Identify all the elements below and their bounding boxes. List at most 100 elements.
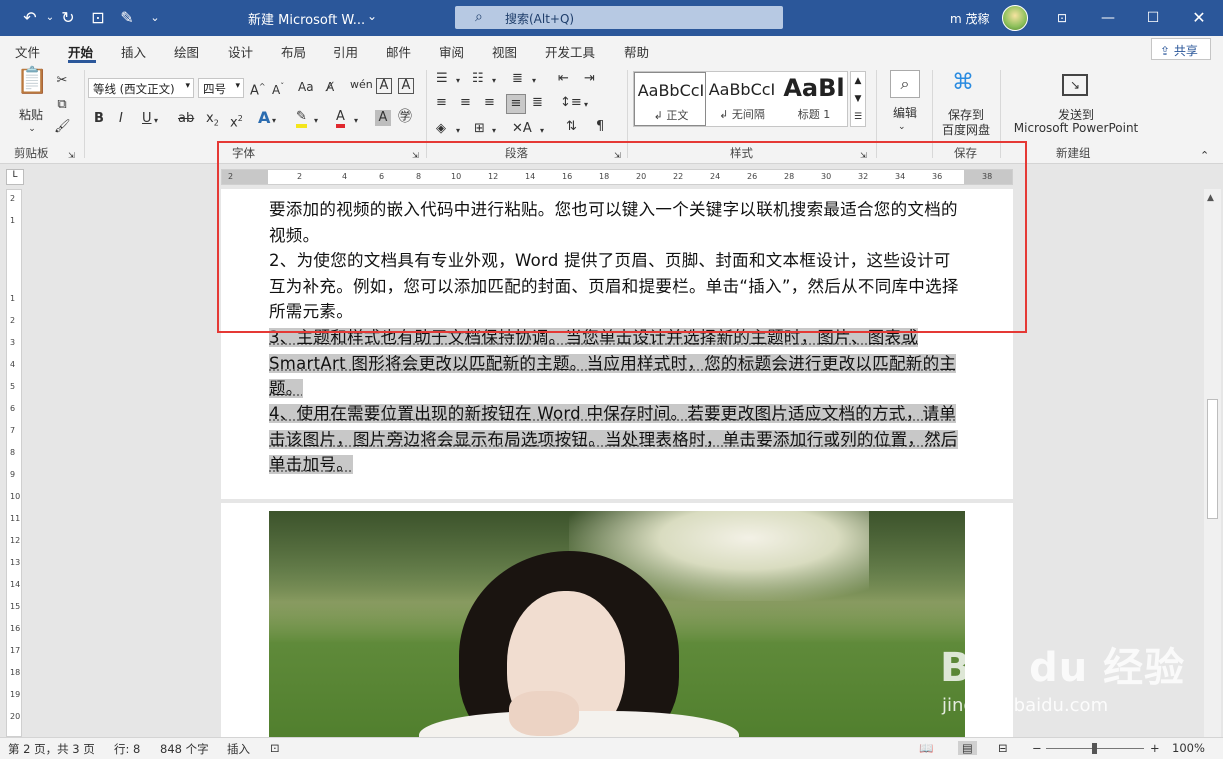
page-indicator[interactable]: 第 2 页，共 3 页	[8, 741, 95, 757]
align-left-icon[interactable]: ≡	[436, 94, 447, 112]
underline-dropdown-icon[interactable]: ▾	[154, 112, 158, 130]
tab-review[interactable]: 审阅	[439, 42, 464, 61]
word-count[interactable]: 848 个字	[160, 741, 209, 757]
close-icon[interactable]: ✕	[1189, 8, 1209, 28]
chinese-layout-dropdown-icon[interactable]: ▾	[540, 122, 544, 140]
tab-selector[interactable]: L	[6, 169, 24, 185]
chevron-up-icon[interactable]: ▲	[851, 72, 865, 90]
copy-icon[interactable]: ⧉	[54, 96, 70, 114]
tab-mailings[interactable]: 邮件	[386, 42, 411, 61]
tab-file[interactable]: 文件	[15, 42, 40, 61]
zoom-out-icon[interactable]: −	[1032, 741, 1042, 755]
highlight-dropdown-icon[interactable]: ▾	[314, 112, 318, 130]
line-indicator[interactable]: 行: 8	[114, 741, 140, 757]
borders-dropdown-icon[interactable]: ▾	[492, 122, 496, 140]
web-layout-icon[interactable]: ⊟	[998, 741, 1008, 755]
numbering-icon[interactable]: ☷	[472, 70, 484, 88]
chinese-layout-icon[interactable]: ✕A	[512, 120, 532, 138]
tab-draw[interactable]: 绘图	[174, 42, 199, 61]
zoom-in-icon[interactable]: +	[1150, 741, 1160, 755]
search-box[interactable]: ⌕ 搜索(Alt+Q)	[455, 6, 783, 29]
superscript-icon[interactable]: x2	[230, 110, 243, 132]
increase-indent-icon[interactable]: ⇥	[584, 70, 595, 88]
find-icon[interactable]: ⌕	[890, 70, 920, 98]
bullets-dropdown-icon[interactable]: ▾	[456, 72, 460, 90]
avatar[interactable]	[1002, 5, 1028, 31]
tab-layout[interactable]: 布局	[281, 42, 306, 61]
font-name-select[interactable]: 等线 (西文正文) ▾	[88, 78, 194, 98]
character-shading-icon[interactable]: A	[375, 110, 391, 126]
italic-icon[interactable]: I	[119, 110, 123, 128]
decrease-indent-icon[interactable]: ⇤	[558, 70, 569, 88]
align-center-icon[interactable]: ≡	[460, 94, 471, 112]
cut-icon[interactable]: ✂	[54, 72, 70, 90]
scroll-up-icon[interactable]: ▲	[1207, 193, 1214, 203]
distributed-icon[interactable]: ≣	[532, 94, 543, 112]
change-case-icon[interactable]: Aa	[298, 78, 314, 96]
line-spacing-dropdown-icon[interactable]: ▾	[584, 96, 588, 114]
bold-icon[interactable]: B	[94, 110, 104, 128]
paragraph-3-selected[interactable]: 3、主题和样式也有助于文档保持协调。当您单击设计并选择新的主题时，图片、图表或 …	[269, 325, 965, 402]
print-layout-icon[interactable]: ▤	[958, 741, 977, 755]
style-heading-1[interactable]: AaBl 标题 1	[778, 72, 850, 126]
paragraph-4-selected[interactable]: 4、使用在需要位置出现的新按钮在 Word 中保存时间。若要更改图片适应文档的方…	[269, 401, 965, 478]
strikethrough-icon[interactable]: ab	[178, 110, 194, 128]
ribbon-display-icon[interactable]: ⊡	[1052, 8, 1072, 28]
redo-icon[interactable]: ↻	[58, 8, 78, 28]
justify-icon[interactable]: ≡	[506, 94, 526, 114]
zoom-slider-thumb[interactable]	[1092, 743, 1097, 754]
tab-view[interactable]: 视图	[492, 42, 517, 61]
show-formatting-icon[interactable]: ¶	[596, 118, 604, 136]
line-spacing-icon[interactable]: ↕≡	[560, 94, 582, 112]
enclose-characters-icon[interactable]: A	[398, 78, 414, 94]
undo-icon[interactable]: ↶	[20, 8, 40, 28]
vertical-scrollbar[interactable]: ▲	[1204, 189, 1221, 737]
phonetic-guide-icon[interactable]: wén	[350, 76, 373, 94]
align-right-icon[interactable]: ≡	[484, 94, 495, 112]
tab-insert[interactable]: 插入	[121, 42, 146, 61]
read-mode-icon[interactable]: 📖	[919, 741, 933, 755]
zoom-level[interactable]: 100%	[1172, 741, 1205, 755]
editing-dropdown-icon[interactable]: ⌄	[898, 118, 906, 136]
collapse-ribbon-icon[interactable]: ⌃	[1200, 147, 1209, 165]
numbering-dropdown-icon[interactable]: ▾	[492, 72, 496, 90]
font-color-icon[interactable]: A	[336, 108, 345, 128]
shrink-font-icon[interactable]: Aˇ	[272, 78, 284, 99]
save-netdisk-line2[interactable]: 百度网盘	[936, 121, 996, 138]
send-to-powerpoint-icon[interactable]: ↘	[1062, 74, 1088, 96]
minimize-icon[interactable]: —	[1098, 8, 1118, 28]
bullets-icon[interactable]: ☰	[436, 70, 448, 88]
tab-design[interactable]: 设计	[228, 42, 253, 61]
shading-dropdown-icon[interactable]: ▾	[456, 122, 460, 140]
inline-photo[interactable]	[269, 511, 965, 737]
font-color-dropdown-icon[interactable]: ▾	[354, 112, 358, 130]
chevron-down-icon[interactable]: ⌄	[367, 9, 377, 23]
tab-help[interactable]: 帮助	[624, 42, 649, 61]
paste-dropdown-icon[interactable]: ⌄	[22, 120, 42, 138]
touch-mode-icon[interactable]: ⊡	[88, 8, 108, 28]
tab-developer[interactable]: 开发工具	[545, 42, 595, 61]
shading-icon[interactable]: ◈	[436, 120, 446, 138]
subscript-icon[interactable]: x2	[206, 110, 219, 133]
more-styles-icon[interactable]: ☰	[851, 108, 865, 126]
edit-icon[interactable]: ✎	[117, 8, 137, 28]
paste-icon[interactable]: 📋	[16, 68, 48, 94]
style-normal[interactable]: AaBbCcI ↲ 正文	[634, 72, 706, 126]
highlight-icon[interactable]: ✎	[296, 108, 307, 128]
grow-font-icon[interactable]: A^	[250, 78, 266, 100]
style-no-spacing[interactable]: AaBbCcI ↲ 无间隔	[706, 72, 778, 126]
borders-icon[interactable]: ⊞	[474, 120, 485, 138]
text-effects-icon[interactable]: A	[258, 109, 270, 127]
insert-mode[interactable]: 插入	[227, 741, 250, 757]
customize-toolbar-icon[interactable]: ⌄	[145, 8, 165, 28]
tab-home[interactable]: 开始	[68, 42, 93, 61]
character-border-icon[interactable]: A	[376, 78, 392, 94]
maximize-icon[interactable]: ☐	[1143, 8, 1163, 28]
multilevel-list-icon[interactable]: ≣	[512, 70, 523, 88]
styles-scroll[interactable]: ▲ ▼ ☰	[850, 71, 866, 127]
clear-formatting-icon[interactable]: A̸	[326, 78, 334, 96]
format-painter-icon[interactable]: 🖌	[54, 118, 71, 136]
tab-references[interactable]: 引用	[333, 42, 358, 61]
multilevel-dropdown-icon[interactable]: ▾	[532, 72, 536, 90]
undo-dropdown-icon[interactable]: ⌄	[40, 8, 60, 28]
